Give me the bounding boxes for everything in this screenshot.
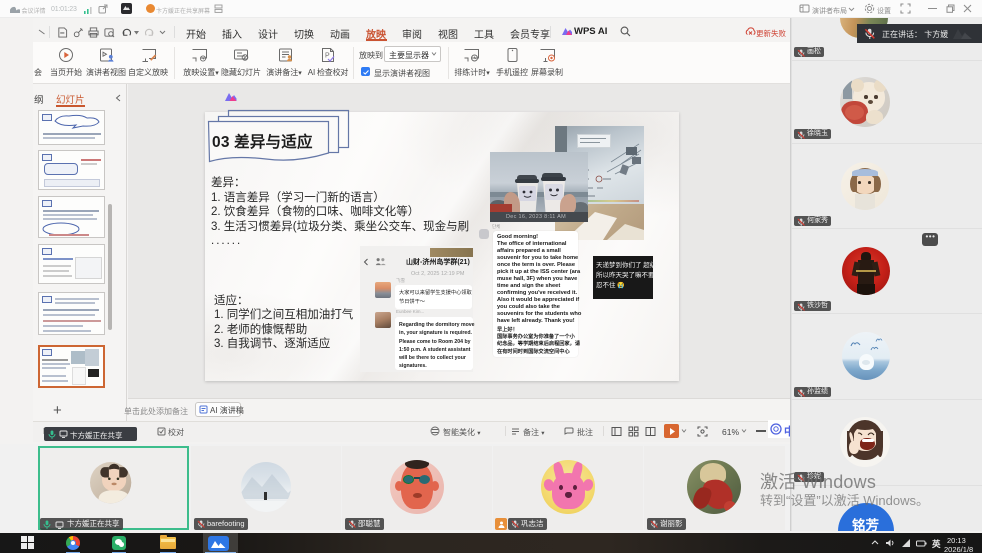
svg-text:P: P: [325, 53, 330, 60]
